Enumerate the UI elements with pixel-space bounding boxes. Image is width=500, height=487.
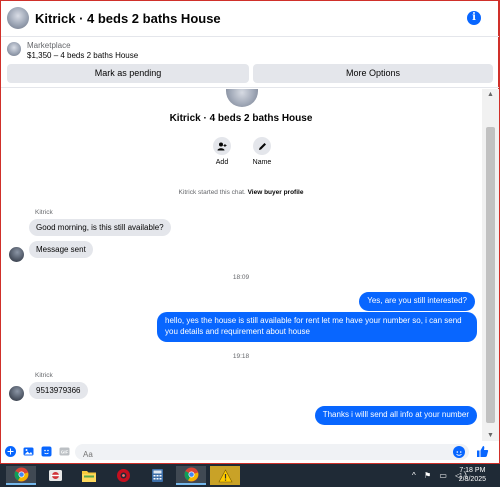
windows-taskbar: ^ ⚑ ▭ ◁) 7:18 PM 2/3/2025 bbox=[0, 464, 500, 487]
thumbs-up-icon[interactable] bbox=[476, 445, 489, 458]
snipping-tool-icon bbox=[48, 470, 62, 481]
sender-name: Kitrick bbox=[35, 209, 53, 216]
info-icon[interactable]: i bbox=[467, 11, 481, 25]
message-input-container bbox=[75, 444, 469, 463]
scroll-up-arrow-icon[interactable]: ▲ bbox=[482, 89, 499, 100]
chrome-icon bbox=[14, 467, 28, 482]
message-line: you details and requirement about house bbox=[165, 326, 310, 336]
timestamp: 19:18 bbox=[232, 353, 250, 360]
profile-name: Kitrick · 4 beds 2 baths House bbox=[169, 113, 313, 124]
view-buyer-profile-link[interactable]: View buyer profile bbox=[248, 189, 304, 196]
messenger-window: Kitrick · 4 beds 2 baths House i Marketp… bbox=[0, 0, 500, 464]
message-bubble-outgoing[interactable]: Thanks i willl send all info at your num… bbox=[314, 406, 477, 425]
chat-avatar[interactable] bbox=[7, 7, 29, 29]
profile-avatar[interactable] bbox=[226, 89, 258, 107]
clock[interactable]: 7:18 PM 2/3/2025 bbox=[459, 466, 486, 484]
taskbar-chrome-2[interactable] bbox=[176, 466, 206, 485]
message-bubble-incoming[interactable]: 9513979366 bbox=[29, 382, 88, 399]
mark-as-pending-button[interactable]: Mark as pending bbox=[7, 64, 249, 83]
name-button[interactable]: Name bbox=[247, 137, 277, 166]
taskbar-snipping-tool[interactable] bbox=[40, 466, 70, 485]
message-list[interactable]: Kitrick · 4 beds 2 baths House Add Name … bbox=[1, 89, 481, 439]
taskbar-file-explorer[interactable] bbox=[74, 466, 104, 485]
emoji-icon[interactable] bbox=[453, 446, 465, 458]
taskbar-warning-app[interactable] bbox=[210, 466, 240, 485]
marketplace-listing-bar: Marketplace $1,350 – 4 beds 2 baths Hous… bbox=[1, 38, 499, 88]
warning-icon bbox=[217, 468, 233, 482]
sender-avatar[interactable] bbox=[9, 386, 24, 401]
folder-icon bbox=[82, 470, 96, 482]
marketplace-label: Marketplace bbox=[27, 41, 71, 50]
sticker-icon[interactable] bbox=[41, 446, 52, 457]
message-bubble-incoming[interactable]: Message sent bbox=[29, 241, 93, 258]
listing-thumbnail[interactable] bbox=[7, 42, 21, 56]
photo-icon[interactable] bbox=[23, 446, 34, 457]
scrollbar[interactable]: ▲ ▼ bbox=[482, 89, 499, 441]
listing-price-title[interactable]: $1,350 – 4 beds 2 baths House bbox=[27, 51, 138, 60]
sender-name: Kitrick bbox=[35, 372, 53, 379]
clock-time: 7:18 PM bbox=[459, 467, 486, 474]
scroll-down-arrow-icon[interactable]: ▼ bbox=[482, 430, 499, 441]
message-line: hello, yes the house is still available … bbox=[165, 316, 462, 325]
pencil-icon bbox=[253, 137, 271, 155]
message-composer: GIF bbox=[1, 441, 499, 463]
name-label: Name bbox=[252, 159, 272, 166]
add-button[interactable]: Add bbox=[207, 137, 237, 166]
chat-header: Kitrick · 4 beds 2 baths House i bbox=[1, 1, 499, 37]
taskbar-app-red[interactable] bbox=[108, 466, 138, 485]
message-bubble-outgoing[interactable]: Yes, are you still interested? bbox=[359, 292, 475, 311]
gif-icon[interactable]: GIF bbox=[59, 446, 70, 457]
svg-text:GIF: GIF bbox=[61, 450, 69, 455]
add-person-icon bbox=[213, 137, 231, 155]
taskbar-chrome[interactable] bbox=[6, 466, 36, 485]
chrome-icon bbox=[184, 467, 198, 482]
more-options-button[interactable]: More Options bbox=[253, 64, 493, 83]
chat-started-notice: Kitrick started this chat. View buyer pr… bbox=[1, 189, 481, 196]
message-input[interactable] bbox=[75, 446, 435, 463]
plus-circle-icon[interactable] bbox=[5, 446, 16, 457]
sender-avatar[interactable] bbox=[9, 247, 24, 262]
clock-date: 2/3/2025 bbox=[458, 476, 486, 483]
timestamp: 18:09 bbox=[232, 274, 250, 281]
scroll-thumb[interactable] bbox=[486, 127, 495, 423]
message-bubble-incoming[interactable]: Good morning, is this still available? bbox=[29, 219, 171, 236]
red-app-icon bbox=[116, 469, 130, 482]
started-text: Kitrick started this chat. bbox=[178, 189, 246, 196]
calculator-icon bbox=[151, 469, 163, 482]
message-bubble-outgoing[interactable]: hello, yes the house is still available … bbox=[157, 312, 477, 342]
chat-title[interactable]: Kitrick · 4 beds 2 baths House bbox=[35, 11, 221, 26]
taskbar-calculator[interactable] bbox=[142, 466, 172, 485]
add-label: Add bbox=[215, 159, 229, 166]
